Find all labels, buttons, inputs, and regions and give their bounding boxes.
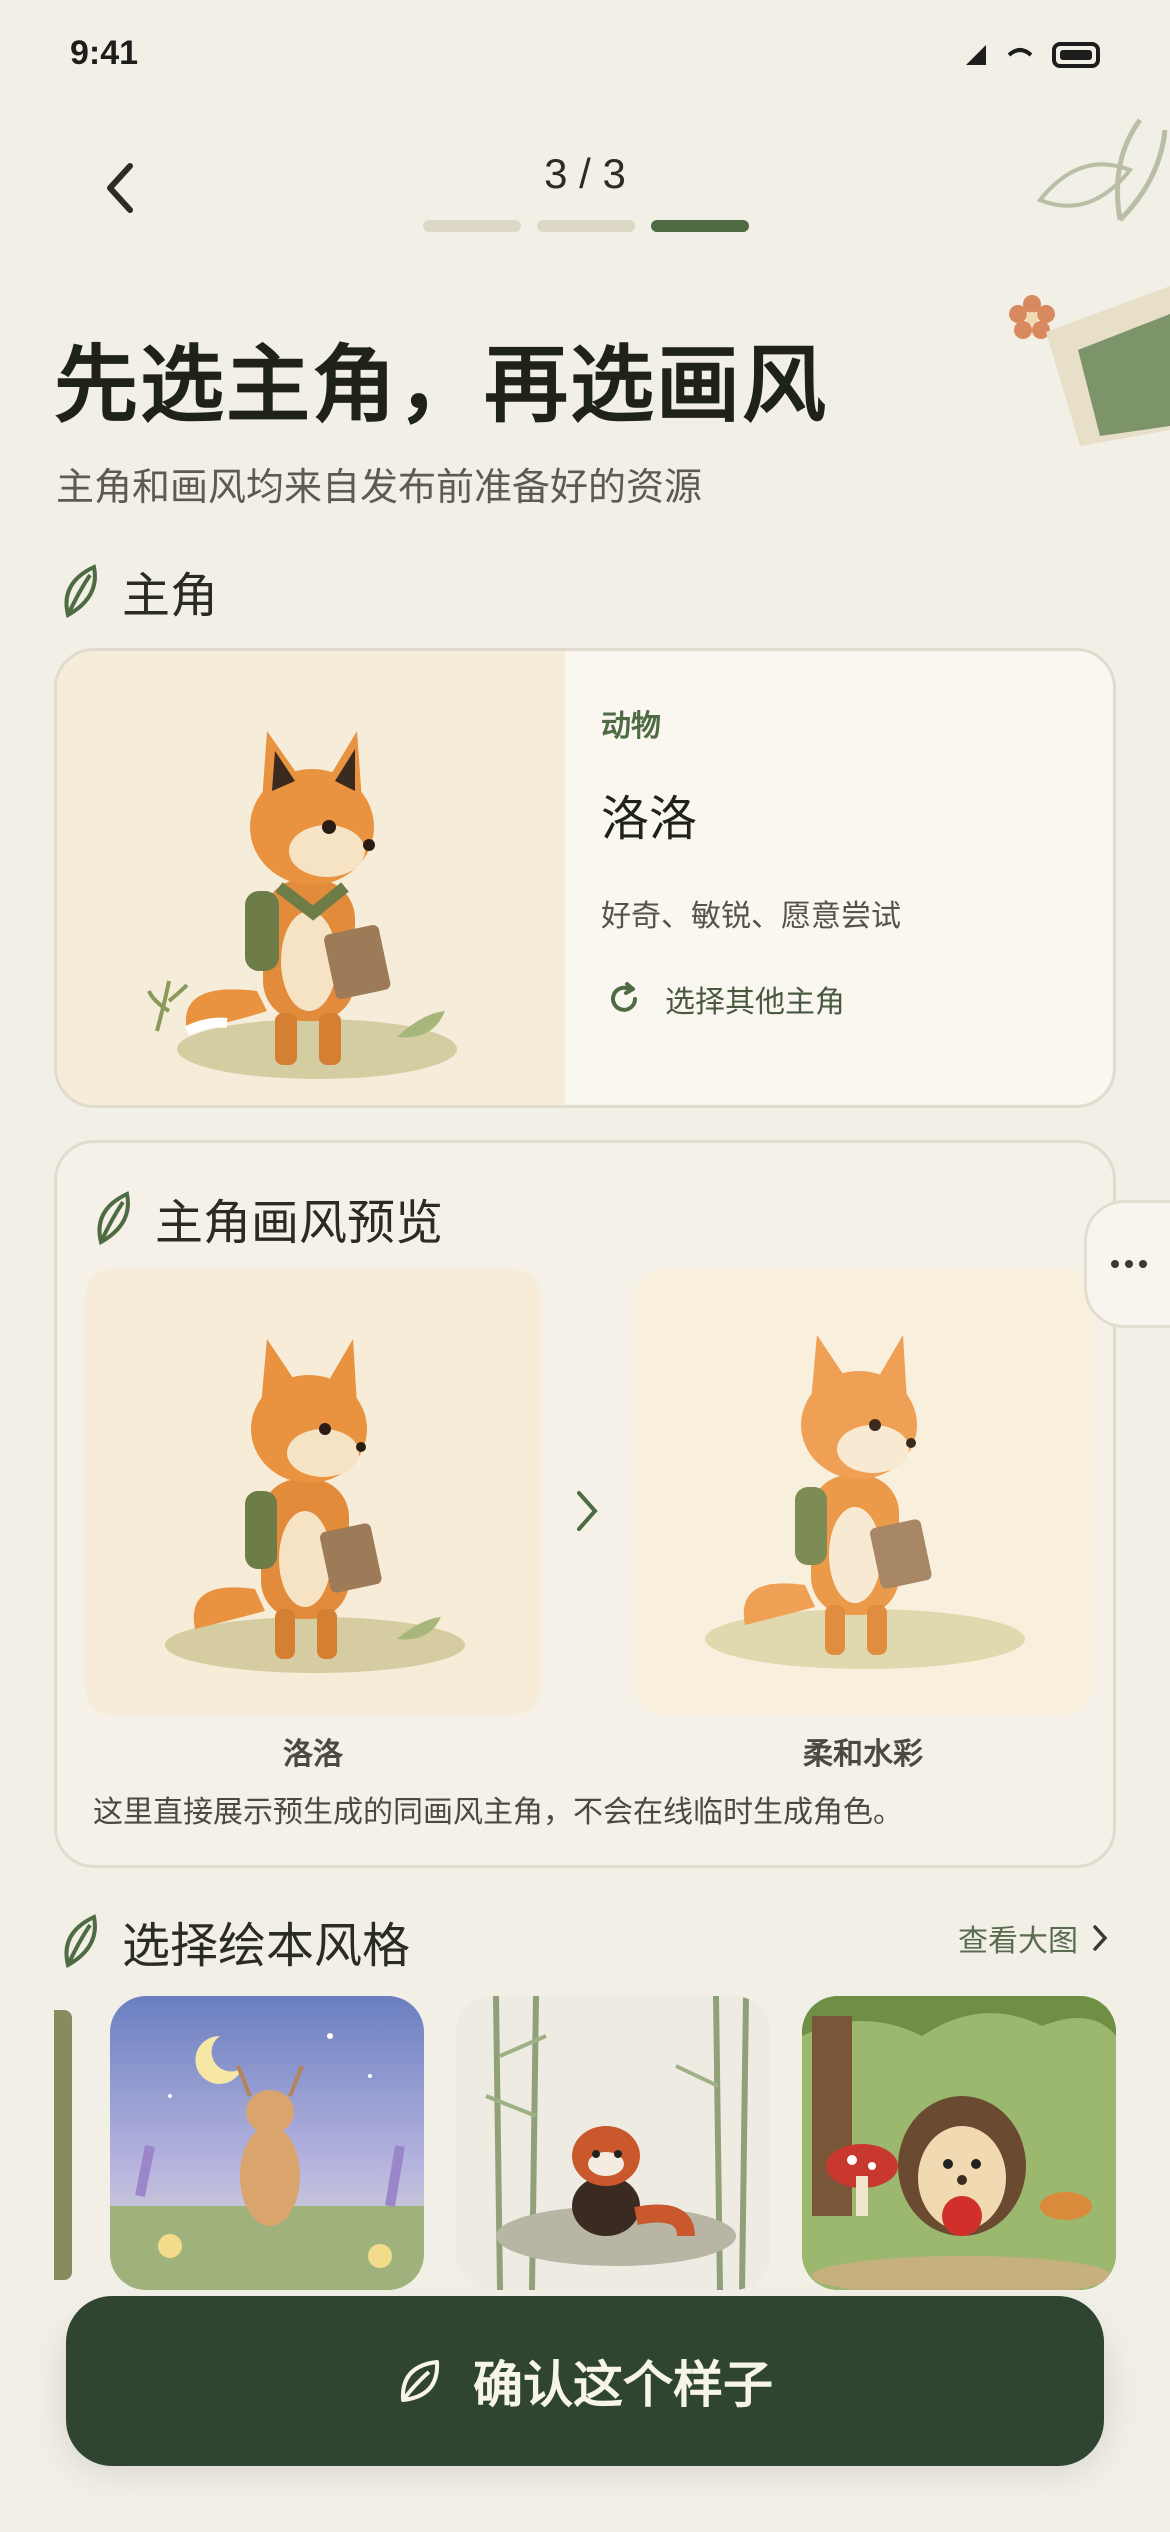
view-large-button[interactable]: 查看大图 <box>958 1916 1108 1960</box>
protagonist-image <box>57 651 565 1105</box>
red-panda-bamboo-ink-illustration-icon <box>485 1996 749 2290</box>
dot-icon <box>1124 1260 1133 1268</box>
confirm-button-label: 确认这个样子 <box>473 2356 773 2414</box>
style-thumb-2[interactable] <box>456 1996 770 2290</box>
leaf-icon <box>64 1914 97 1969</box>
protagonist-card[interactable]: 动物 洛洛 好奇、敏锐、愿意尝试 选择其他主角 <box>54 648 1116 1108</box>
page-subtitle: 主角和画风均来自发布前准备好的资源 <box>56 465 703 509</box>
hedgehog-mushroom-clay-illustration-icon <box>802 1996 1116 2290</box>
battery-icon <box>1052 42 1100 68</box>
step-indicator: 3 / 3 <box>544 150 626 197</box>
preview-styled-image <box>635 1269 1091 1715</box>
view-large-label: 查看大图 <box>958 1924 1078 1959</box>
preview-section-header: 主角画风预览 <box>93 1183 443 1253</box>
arrow-right-icon <box>577 1491 598 1531</box>
leaf-icon <box>64 564 97 619</box>
preview-original-image <box>85 1269 541 1715</box>
chevron-right-icon <box>1093 1925 1108 1951</box>
progress-step-1 <box>423 220 521 232</box>
signal-icon <box>966 45 986 65</box>
dot-icon <box>1110 1260 1119 1268</box>
style-thumb-1[interactable] <box>110 1996 424 2290</box>
protagonist-section-header: 主角 <box>60 556 218 626</box>
protagonist-traits: 好奇、敏锐、愿意尝试 <box>601 899 901 934</box>
style-thumb-3[interactable] <box>802 1996 1116 2290</box>
styles-section-title: 选择绘本风格 <box>122 1918 411 1974</box>
preview-styled-label: 柔和水彩 <box>803 1737 923 1772</box>
confirm-button[interactable]: 确认这个样子 <box>66 2296 1104 2466</box>
change-protagonist-button[interactable]: 选择其他主角 <box>605 977 845 1021</box>
leaf-icon <box>97 1191 130 1246</box>
refresh-icon <box>611 982 637 1012</box>
change-protagonist-label: 选择其他主角 <box>665 985 845 1020</box>
preview-note: 这里直接展示预生成的同画风主角，不会在线临时生成角色。 <box>93 1795 903 1830</box>
protagonist-name: 洛洛 <box>601 791 698 847</box>
style-preview-card: 主角画风预览 洛洛 柔和水彩 这里直接展示预生成的同画风主角，不会在线临时生成角… <box>54 1140 1116 1868</box>
more-options-button[interactable] <box>1084 1200 1170 1328</box>
progress-bar <box>423 220 749 232</box>
leaf-icon <box>400 2360 440 2402</box>
protagonist-info: 动物 洛洛 好奇、敏锐、愿意尝试 选择其他主角 <box>565 651 1113 1105</box>
page-title: 先选主角，再选画风 <box>54 336 829 434</box>
protagonist-section-title: 主角 <box>122 568 219 624</box>
preview-section-title: 主角画风预览 <box>155 1195 444 1251</box>
wifi-icon <box>1007 48 1033 57</box>
deer-night-meadow-illustration-icon <box>110 2033 424 2290</box>
progress-step-3 <box>651 220 749 232</box>
status-time: 9:41 <box>70 34 139 72</box>
status-icons <box>964 42 1100 68</box>
style-thumb-partial[interactable] <box>54 2010 72 2280</box>
progress-step-2 <box>537 220 635 232</box>
styles-section-header: 选择绘本风格 <box>60 1906 410 1976</box>
protagonist-category: 动物 <box>601 709 661 744</box>
preview-original-label: 洛洛 <box>283 1737 343 1772</box>
dot-icon <box>1138 1260 1147 1268</box>
